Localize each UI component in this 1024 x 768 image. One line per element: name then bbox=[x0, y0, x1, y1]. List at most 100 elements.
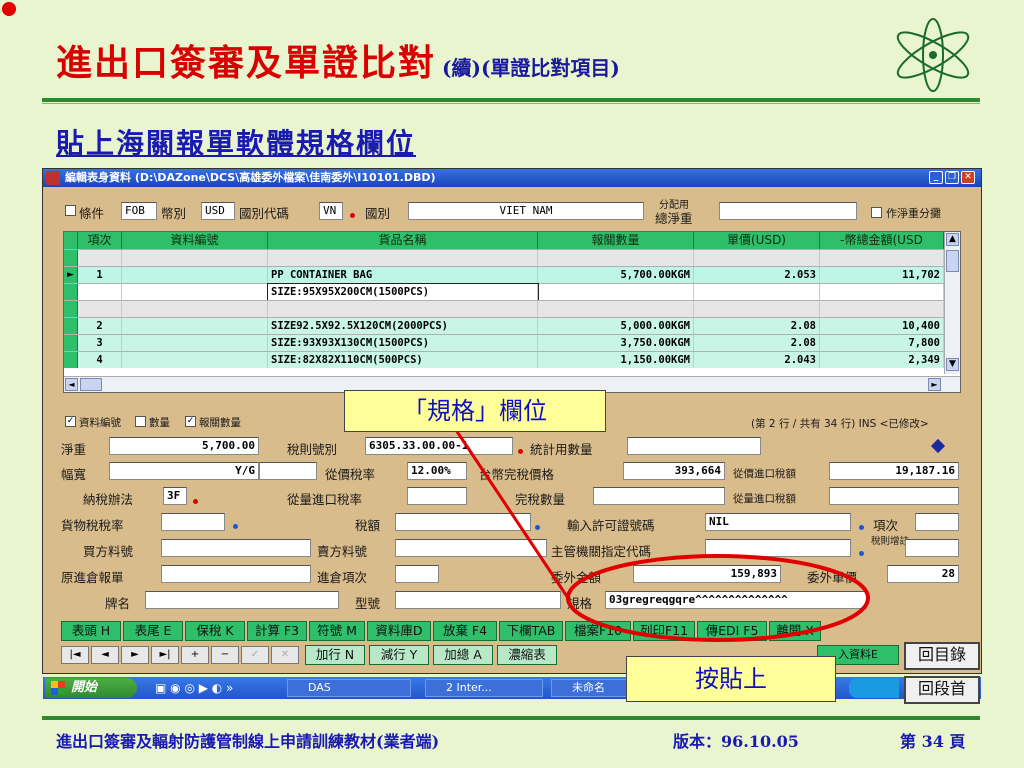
grid-cell-code[interactable] bbox=[122, 284, 268, 300]
terms-checkbox[interactable] bbox=[65, 205, 76, 216]
grid-cell-amount[interactable]: 10,400 bbox=[820, 318, 944, 334]
row-action-button-2[interactable]: 減行 Y bbox=[369, 645, 429, 665]
table-row[interactable]: 4 SIZE:82X82X110CM(500PCS) 1,150.00KGM 2.04… bbox=[64, 351, 944, 368]
outsource-price-field[interactable]: 28 bbox=[887, 565, 959, 583]
grid-cell-code[interactable] bbox=[122, 250, 268, 266]
quick-launch-icons[interactable]: ▣ ◉ ◎ ▶ ◐ » bbox=[155, 681, 233, 695]
grid-cell-item[interactable]: 1 bbox=[78, 267, 122, 283]
col-header-amount[interactable]: -幣總金額(USD bbox=[820, 232, 944, 249]
tariff-note-field[interactable] bbox=[905, 539, 959, 557]
minimize-icon[interactable]: _ bbox=[929, 171, 943, 184]
grid-cell-code[interactable] bbox=[122, 335, 268, 351]
grid-cell-qty[interactable] bbox=[538, 284, 694, 300]
ad-import-field[interactable]: 19,187.16 bbox=[829, 462, 959, 480]
command-button-5[interactable]: 符號 M bbox=[309, 621, 365, 641]
grid-cell-price[interactable] bbox=[694, 301, 820, 317]
tax-amt-field[interactable] bbox=[395, 513, 531, 531]
table-row[interactable]: ► 1 PP CONTAINER BAG 5,700.00KGM 2.053 11,702 bbox=[64, 266, 944, 283]
row-action-button-1[interactable]: 加行 N bbox=[305, 645, 365, 665]
grid-cell-price[interactable]: 2.08 bbox=[694, 335, 820, 351]
first-record-icon[interactable]: |◄ bbox=[61, 646, 89, 664]
grid-cell-name[interactable]: PP CONTAINER BAG bbox=[268, 267, 538, 283]
cancel-record-icon[interactable]: ✕ bbox=[271, 646, 299, 664]
scroll-down-icon[interactable]: ▼ bbox=[946, 358, 959, 371]
grid-cell-price[interactable]: 2.043 bbox=[694, 352, 820, 368]
terms-field[interactable]: FOB bbox=[121, 202, 157, 220]
grid-cell-amount[interactable]: 7,800 bbox=[820, 335, 944, 351]
command-button-9[interactable]: 檔案F10 bbox=[565, 621, 631, 641]
grid-cell-qty[interactable]: 1,150.00KGM bbox=[538, 352, 694, 368]
table-row[interactable]: 3 SIZE:93X93X130CM(1500PCS) 3,750.00KGM 2.0… bbox=[64, 334, 944, 351]
grid-cell-amount[interactable]: 11,702 bbox=[820, 267, 944, 283]
row-indicator[interactable] bbox=[64, 284, 78, 300]
spec-field[interactable]: 03gregreqgqre^^^^^^^^^^^^^^ bbox=[605, 591, 867, 609]
duty-qty-field[interactable] bbox=[593, 487, 725, 505]
row-action-button-4[interactable]: 濃縮表 bbox=[497, 645, 557, 665]
outsource-amt-field[interactable]: 159,893 bbox=[633, 565, 781, 583]
col-header-item[interactable]: 項次 bbox=[78, 232, 122, 249]
grid-cell-price[interactable] bbox=[694, 284, 820, 300]
current-row-indicator-icon[interactable]: ► bbox=[64, 267, 78, 283]
grid-cell-name[interactable]: SIZE92.5X92.5X120CM(2000PCS) bbox=[268, 318, 538, 334]
grid-cell-item[interactable]: 3 bbox=[78, 335, 122, 351]
close-icon[interactable]: ✕ bbox=[961, 171, 975, 184]
grid-cell-qty[interactable] bbox=[538, 301, 694, 317]
grid-cell-name[interactable]: SIZE:95X95X200CM(1500PCS) bbox=[267, 283, 539, 301]
grid-cell-price[interactable]: 2.08 bbox=[694, 318, 820, 334]
col-header-code[interactable]: 資料編號 bbox=[122, 232, 268, 249]
grid-cell-price[interactable]: 2.053 bbox=[694, 267, 820, 283]
grid-cell-code[interactable] bbox=[122, 267, 268, 283]
grid-cell-item[interactable] bbox=[78, 284, 122, 300]
grid-cell-name[interactable]: SIZE:93X93X130CM(1500PCS) bbox=[268, 335, 538, 351]
duty-value-field[interactable]: 393,664 bbox=[623, 462, 725, 480]
row-indicator[interactable] bbox=[64, 250, 78, 266]
taskbar-item-das[interactable]: DAS bbox=[287, 679, 411, 697]
tax-method-field[interactable]: 3F bbox=[163, 487, 187, 505]
table-row[interactable] bbox=[64, 300, 944, 317]
width-field[interactable]: Y/G bbox=[109, 462, 259, 480]
toc-button[interactable]: 回目錄 bbox=[904, 642, 980, 670]
grid-cell-code[interactable] bbox=[122, 352, 268, 368]
grid-cell-qty[interactable]: 5,700.00KGM bbox=[538, 267, 694, 283]
delete-record-icon[interactable]: − bbox=[211, 646, 239, 664]
seller-code-field[interactable] bbox=[395, 539, 547, 557]
grid-cell-name[interactable]: SIZE:82X82X110CM(500PCS) bbox=[268, 352, 538, 368]
grid-cell-amount[interactable]: 2,349 bbox=[820, 352, 944, 368]
prev-record-icon[interactable]: ◄ bbox=[91, 646, 119, 664]
row-indicator[interactable] bbox=[64, 301, 78, 317]
grid-cell-qty[interactable]: 3,750.00KGM bbox=[538, 335, 694, 351]
diamond-icon[interactable] bbox=[930, 438, 946, 454]
grid-cell-name[interactable] bbox=[268, 301, 538, 317]
opt-code-checkbox[interactable]: ✓ bbox=[65, 416, 76, 427]
command-button-11[interactable]: 傳EDI F5 bbox=[697, 621, 767, 641]
post-record-icon[interactable]: ✓ bbox=[241, 646, 269, 664]
goods-tax-field[interactable] bbox=[161, 513, 225, 531]
country-field[interactable]: VIET NAM bbox=[408, 202, 644, 220]
hscroll-thumb[interactable] bbox=[80, 378, 102, 391]
country-code-field[interactable]: VN bbox=[319, 202, 343, 220]
entry-item-field[interactable] bbox=[395, 565, 439, 583]
opt-qty-checkbox[interactable] bbox=[135, 416, 146, 427]
opt-qty-unit-checkbox[interactable]: ✓ bbox=[185, 416, 196, 427]
currency-field[interactable]: USD bbox=[201, 202, 235, 220]
alloc-weight-field[interactable] bbox=[719, 202, 857, 220]
table-row[interactable] bbox=[64, 249, 944, 266]
add-record-icon[interactable]: + bbox=[181, 646, 209, 664]
ad-rate-field[interactable]: 12.00% bbox=[407, 462, 467, 480]
col-header-qty[interactable]: 報關數量 bbox=[538, 232, 694, 249]
command-button-4[interactable]: 計算 F3 bbox=[247, 621, 307, 641]
brand-field[interactable] bbox=[145, 591, 339, 609]
item-no-field[interactable] bbox=[915, 513, 959, 531]
command-button-6[interactable]: 資料庫D bbox=[367, 621, 431, 641]
col-header-price[interactable]: 單價(USD) bbox=[694, 232, 820, 249]
section-start-button[interactable]: 回段首 bbox=[904, 676, 980, 704]
grid-cell-amount[interactable] bbox=[820, 250, 944, 266]
command-button-12[interactable]: 離開 X bbox=[769, 621, 821, 641]
agency-field[interactable] bbox=[705, 539, 851, 557]
model-field[interactable] bbox=[395, 591, 561, 609]
last-record-icon[interactable]: ►| bbox=[151, 646, 179, 664]
scroll-up-icon[interactable]: ▲ bbox=[946, 233, 959, 246]
grid-cell-item[interactable]: 2 bbox=[78, 318, 122, 334]
row-indicator[interactable] bbox=[64, 335, 78, 351]
scroll-thumb[interactable] bbox=[946, 250, 959, 272]
